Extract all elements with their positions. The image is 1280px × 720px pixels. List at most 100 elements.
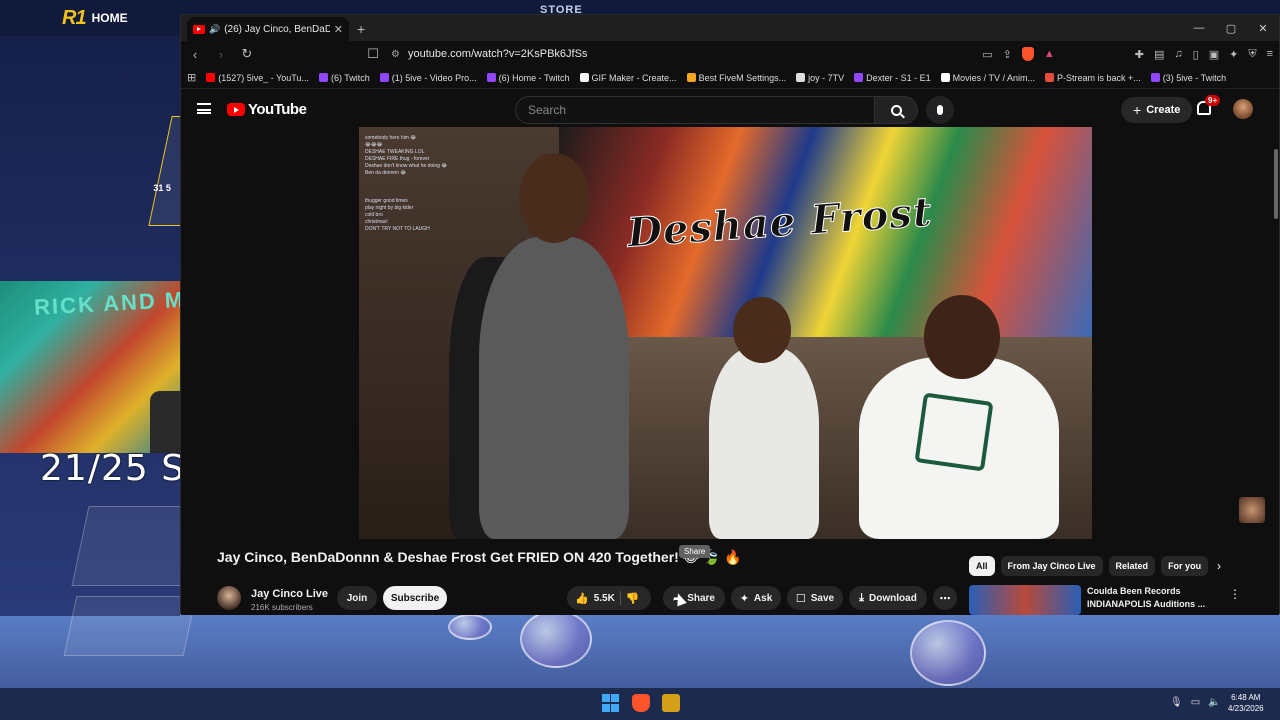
scrollbar-thumb[interactable] (1274, 149, 1278, 219)
youtube-favicon-icon (193, 24, 205, 34)
bookmark-favicon-icon (379, 73, 389, 82)
bookmark-item[interactable]: Dexter - S1 - E1 (854, 73, 931, 83)
youtube-play-icon (227, 103, 245, 116)
more-actions-button[interactable]: ⋯ (933, 586, 957, 610)
youtube-logo[interactable]: YouTube (227, 101, 307, 118)
menu-icon[interactable]: ≡ (1267, 48, 1273, 60)
reading-list-icon[interactable]: ▯ (1193, 48, 1199, 61)
microphone-tray-icon[interactable]: 🎙 (1170, 697, 1183, 708)
video-title: Jay Cinco, BenDaDonnn & Deshae Frost Get… (217, 549, 742, 565)
cast-icon[interactable]: ▭ (982, 48, 992, 61)
tab-youtube[interactable]: 🔊 (26) Jay Cinco, BenDaDonnn ✕ (187, 17, 349, 41)
join-button[interactable]: Join (337, 586, 377, 610)
recommendation-chips: All From Jay Cinco Live Related For you (969, 556, 1209, 576)
new-tab-button[interactable]: + (357, 21, 365, 37)
voice-search-button[interactable] (926, 96, 954, 124)
bookmark-favicon-icon (686, 73, 696, 82)
video-player[interactable]: Deshae Frost somebody hero him 😂 😂😂😂 DES… (359, 127, 1092, 539)
game-launcher-icon[interactable] (662, 694, 680, 712)
minimize-icon[interactable]: — (1183, 15, 1215, 41)
bookmark-item[interactable]: (1527) 5ive_ - YouTu... (206, 73, 309, 83)
speaker-icon[interactable]: 🔊 (209, 24, 220, 35)
tab-close-icon[interactable]: ✕ (334, 23, 343, 36)
microphone-icon (937, 105, 943, 115)
bookmark-item[interactable]: GIF Maker - Create... (579, 73, 677, 83)
la-logo-icon (914, 392, 994, 472)
wallet-icon[interactable]: ▣ (1209, 48, 1219, 61)
bubble-decoration (448, 614, 492, 640)
search-button[interactable] (874, 96, 918, 124)
chip-related[interactable]: Related (1108, 556, 1156, 576)
apps-grid-icon[interactable]: ⊞ (187, 71, 196, 84)
bookmark-favicon-icon (486, 73, 496, 82)
maximize-icon[interactable]: ▢ (1215, 15, 1247, 41)
recommended-thumbnail[interactable] (969, 585, 1081, 615)
reload-icon[interactable]: ↻ (239, 46, 255, 62)
search-input[interactable]: Search (515, 96, 875, 124)
bookmark-favicon-icon (1045, 73, 1054, 82)
bookmark-item[interactable]: P-Stream is back +... (1045, 73, 1141, 83)
channel-name[interactable]: Jay Cinco Live (251, 588, 328, 600)
back-icon[interactable]: ‹ (187, 47, 203, 62)
chip-from-channel[interactable]: From Jay Cinco Live (1000, 556, 1103, 576)
brave-browser-icon[interactable] (632, 694, 650, 712)
vpn-icon[interactable]: ⛨ (1248, 48, 1256, 61)
bookmark-favicon-icon (206, 73, 216, 82)
url-field[interactable]: ⚙ youtube.com/watch?v=2KsPBk6JfSs (391, 44, 973, 64)
download-button[interactable]: ⤓ Download (849, 586, 927, 610)
bubble-decoration (520, 610, 592, 668)
chevron-right-icon[interactable]: › (1217, 559, 1221, 573)
game-home-link[interactable]: HOME (92, 11, 128, 25)
chip-all[interactable]: All (969, 556, 995, 576)
like-count[interactable]: 5.5K (594, 593, 615, 604)
bookmark-item[interactable]: (3) 5ive - Twitch (1150, 73, 1226, 83)
volume-icon[interactable]: 🔈 (1208, 697, 1220, 708)
sidebar-toggle-icon[interactable]: ▤ (1154, 48, 1164, 61)
create-button[interactable]: + Create (1121, 97, 1193, 123)
hamburger-menu-icon[interactable] (197, 103, 211, 114)
bookmark-item[interactable]: (6) Home - Twitch (486, 73, 570, 83)
bookmark-item[interactable]: (6) Twitch (318, 73, 370, 83)
system-clock[interactable]: 6:48 AM 4/23/2026 (1228, 692, 1264, 714)
bookmark-favicon-icon (579, 73, 589, 82)
bookmark-icon[interactable]: ☐ (365, 46, 381, 62)
chip-for-you[interactable]: For you (1161, 556, 1209, 576)
media-icon[interactable]: ♫ (1174, 48, 1182, 60)
windows-start-icon[interactable] (602, 694, 620, 712)
recommended-title[interactable]: Coulda Been Records INDIANAPOLIS Auditio… (1087, 585, 1217, 611)
tab-title: (26) Jay Cinco, BenDaDonnn (224, 23, 330, 35)
share-button[interactable]: ➦ Share (663, 586, 725, 610)
taskbar: 🎙 ▭ 🔈 6:48 AM 4/23/2026 (0, 688, 1280, 720)
dislike-icon[interactable]: 👎 (626, 592, 640, 605)
mini-thumbnail[interactable] (1239, 497, 1265, 523)
share-page-icon[interactable]: ⇪ (1003, 48, 1012, 61)
close-icon[interactable]: ✕ (1247, 15, 1279, 41)
taskbar-apps (602, 694, 680, 712)
bookmark-item[interactable]: Best FiveM Settings... (686, 73, 786, 83)
stream-chat-overlay: somebody hero him 😂 😂😂😂 DESHAE TWEAKING … (365, 135, 448, 232)
address-bar: ‹ › ↻ ☐ ⚙ youtube.com/watch?v=2KsPBk6JfS… (181, 41, 1279, 67)
game-card-numbers: 31 5 (153, 183, 171, 193)
subscribe-button[interactable]: Subscribe (383, 586, 447, 610)
bookmark-item[interactable]: joy - 7TV (796, 73, 844, 83)
channel-avatar[interactable] (217, 586, 241, 610)
leo-ai-icon[interactable]: ✦ (1229, 48, 1238, 61)
like-icon[interactable]: 👍 (575, 592, 589, 605)
download-icon: ⤓ (859, 591, 865, 604)
bookmark-item[interactable]: Movies / TV / Anim... (940, 73, 1035, 83)
person-middle (709, 347, 819, 539)
site-info-icon[interactable]: ⚙ (391, 49, 400, 60)
forward-icon[interactable]: › (213, 47, 229, 62)
more-vertical-icon[interactable]: ⋮ (1229, 587, 1241, 601)
person-right-head (924, 295, 1000, 379)
account-avatar[interactable] (1233, 99, 1253, 119)
page-scrollbar[interactable] (1273, 89, 1279, 615)
brave-shields-icon[interactable] (1021, 47, 1034, 61)
extensions-icon[interactable]: ✚ (1135, 48, 1144, 61)
youtube-page: YouTube Search + Create 9+ Deshae Frost … (181, 89, 1279, 615)
bookmark-item[interactable]: (1) 5ive - Video Pro... (379, 73, 477, 83)
save-button[interactable]: ☐ Save (787, 586, 843, 610)
network-icon[interactable]: ▭ (1191, 697, 1200, 708)
ask-button[interactable]: ✦ Ask (731, 586, 781, 610)
brave-rewards-icon[interactable]: ▲ (1044, 48, 1055, 60)
